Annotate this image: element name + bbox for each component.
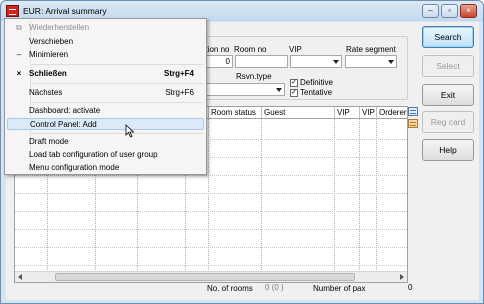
scroll-left-icon[interactable] [18, 274, 22, 280]
pax-count-label: Number of pax [313, 284, 366, 293]
bar-shape [410, 113, 416, 114]
grid-line [15, 265, 407, 266]
chevron-down-icon [333, 60, 339, 64]
close-icon: × [466, 6, 471, 15]
menu-separator [31, 102, 203, 103]
menu-item-label: Menu configuration mode [29, 163, 120, 172]
definitive-label: Definitive [300, 78, 333, 87]
checkmark-icon: ✓ [290, 88, 298, 97]
rooms-count-value: 0 (0 ) [265, 283, 284, 292]
close-button[interactable]: × [460, 4, 477, 18]
bar-shape [410, 122, 416, 123]
column-room-status[interactable]: Room status [208, 107, 261, 119]
mouse-pointer-icon [125, 124, 135, 138]
menu-item-next[interactable]: Nächstes Strg+F6 [7, 87, 204, 99]
menu-item-minimize[interactable]: – Minimieren [7, 49, 204, 61]
window-title: EUR: Arrival summary [23, 6, 107, 16]
menu-item-move[interactable]: Verschieben [7, 36, 204, 48]
vip-select[interactable] [290, 55, 342, 68]
arrival-summary-window: EUR: Arrival summary – ▫ × ation no Room… [0, 0, 484, 304]
exit-button[interactable]: Exit [422, 84, 474, 106]
select-button[interactable]: Select [422, 55, 474, 77]
scroll-thumb[interactable] [55, 273, 355, 281]
checkmark-icon: ✓ [290, 78, 298, 87]
menu-item-label: Dashboard: activate [29, 106, 101, 115]
menu-item-label: Schließen [29, 69, 67, 78]
menu-separator [31, 133, 203, 134]
scroll-right-icon[interactable] [400, 274, 404, 280]
help-button[interactable]: Help [422, 139, 474, 161]
menu-item-close[interactable]: × Schließen Strg+F4 [7, 68, 204, 80]
rsvn-type-label: Rsvn.type [236, 72, 272, 81]
window-system-menu: ⧉ Wiederherstellen Verschieben – Minimie… [4, 18, 207, 175]
column-vip-2[interactable]: VIP [359, 107, 376, 119]
menu-item-label: Nächstes [29, 88, 63, 97]
column-chooser-icon[interactable] [408, 107, 418, 116]
column-vip[interactable]: VIP [334, 107, 359, 119]
pax-count-value: 0 [408, 283, 413, 292]
vip-label: VIP [289, 45, 302, 54]
menu-separator [31, 83, 203, 84]
menu-item-dashboard-activate[interactable]: Dashboard: activate [7, 105, 204, 117]
menu-item-label: Load tab configuration of user group [29, 150, 158, 159]
restore-button[interactable]: ▫ [441, 4, 458, 18]
minimize-icon: – [16, 50, 22, 59]
rate-segment-label: Rate segment [346, 45, 396, 54]
app-icon[interactable] [6, 5, 19, 17]
room-no-label: Room no [234, 45, 267, 54]
room-no-field[interactable] [235, 55, 288, 68]
rate-segment-select[interactable] [345, 55, 397, 68]
horizontal-scrollbar[interactable] [15, 271, 407, 282]
grid-line [15, 247, 407, 248]
minimize-button[interactable]: – [422, 4, 439, 18]
grid-line [15, 175, 407, 176]
chevron-down-icon [388, 60, 394, 64]
minimize-icon: – [428, 6, 433, 15]
menu-item-label: Draft mode [29, 137, 69, 146]
menu-separator [31, 64, 203, 65]
menu-item-restore[interactable]: ⧉ Wiederherstellen [7, 22, 204, 34]
chevron-down-icon [276, 88, 282, 92]
menu-item-label: Verschieben [29, 37, 74, 46]
column-guest[interactable]: Guest [261, 107, 334, 119]
bar-shape [410, 125, 416, 126]
menu-item-shortcut: Strg+F4 [163, 69, 194, 78]
restore-icon: ⧉ [16, 23, 22, 32]
search-button[interactable]: Search [422, 26, 474, 48]
tentative-checkbox[interactable]: ✓ Tentative [290, 88, 332, 97]
menu-item-label: Minimieren [29, 50, 69, 59]
reg-card-button[interactable]: Reg card [422, 111, 474, 133]
menu-item-menu-configuration-mode[interactable]: Menu configuration mode [7, 162, 204, 174]
menu-item-draft-mode[interactable]: Draft mode [7, 136, 204, 148]
rsvn-type-select[interactable] [205, 83, 285, 96]
menu-item-label: Wiederherstellen [29, 23, 90, 32]
menu-item-shortcut: Strg+F6 [165, 88, 194, 97]
menu-item-load-tab-configuration[interactable]: Load tab configuration of user group [7, 149, 204, 161]
close-icon: × [16, 69, 22, 78]
export-grid-icon[interactable] [408, 119, 418, 128]
definitive-checkbox[interactable]: ✓ Definitive [290, 78, 333, 87]
bar-shape [410, 110, 416, 111]
menu-item-label: Control Panel: Add [30, 120, 97, 129]
restore-icon: ▫ [448, 6, 451, 15]
tentative-label: Tentative [300, 88, 333, 97]
menu-item-control-panel-add[interactable]: Control Panel: Add [7, 118, 204, 130]
grid-line [15, 229, 407, 230]
rooms-count-label: No. of rooms [207, 284, 253, 293]
grid-line [15, 211, 407, 212]
grid-line [15, 193, 407, 194]
column-orderer[interactable]: Orderer [376, 107, 407, 119]
